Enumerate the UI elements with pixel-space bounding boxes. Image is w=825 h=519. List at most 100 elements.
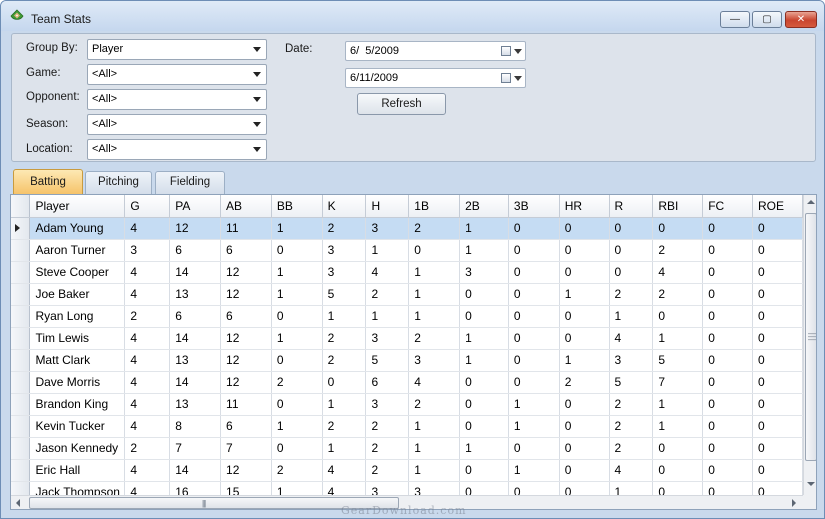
date-from-picker[interactable]: 6/ 5/2009 [345,41,526,61]
player-name-cell[interactable]: Matt Clark [29,349,126,372]
stat-cell[interactable]: 1 [459,327,509,350]
stat-cell[interactable]: 12 [220,327,272,350]
scroll-up-icon[interactable] [807,200,815,204]
stat-cell[interactable]: 0 [459,371,509,394]
stat-cell[interactable]: 13 [169,349,222,372]
stat-cell[interactable]: 4 [124,217,171,240]
stat-cell[interactable]: 1 [271,283,323,306]
stat-cell[interactable]: 2 [322,349,367,372]
stat-cell[interactable]: 0 [702,239,754,262]
stat-cell[interactable]: 1 [459,437,509,460]
player-name-cell[interactable]: Eric Hall [29,459,126,482]
stat-cell[interactable]: 0 [271,437,323,460]
stat-cell[interactable]: 2 [365,459,410,482]
stat-cell[interactable]: 3 [365,217,410,240]
stat-cell[interactable]: 4 [322,481,367,495]
stat-cell[interactable]: 2 [271,371,323,394]
row-header[interactable] [11,283,31,306]
stat-cell[interactable]: 14 [169,371,222,394]
stat-cell[interactable]: 12 [220,283,272,306]
stat-cell[interactable]: 1 [408,437,461,460]
stat-cell[interactable]: 0 [609,239,654,262]
table-row[interactable]: Eric Hall 4 14 12 2 4 2 1 0 1 0 4 0 0 0 [11,459,803,482]
row-header[interactable] [11,239,31,262]
column-header[interactable]: FC [702,195,754,218]
stat-cell[interactable]: 0 [559,327,610,350]
stat-cell[interactable]: 1 [652,327,704,350]
stat-cell[interactable]: 0 [702,349,754,372]
stat-cell[interactable]: 13 [169,283,222,306]
stat-cell[interactable]: 4 [322,459,367,482]
stat-cell[interactable]: 0 [508,305,560,328]
vertical-scroll-thumb[interactable]: — — — [805,213,816,461]
stat-cell[interactable]: 1 [508,415,560,438]
column-header[interactable]: R [609,195,654,218]
stat-cell[interactable]: 4 [124,327,171,350]
stat-cell[interactable]: 0 [459,459,509,482]
stat-cell[interactable]: 1 [652,415,704,438]
table-row[interactable]: Matt Clark 4 13 12 0 2 5 3 1 0 1 3 5 0 0 [11,349,803,372]
stat-cell[interactable]: 0 [508,261,560,284]
stat-cell[interactable]: 0 [752,217,803,240]
stat-cell[interactable]: 0 [752,459,803,482]
row-header[interactable] [11,349,31,372]
stat-cell[interactable]: 0 [559,217,610,240]
stat-cell[interactable]: 0 [752,393,803,416]
stat-cell[interactable]: 1 [459,217,509,240]
minimize-button[interactable]: — [720,11,750,28]
stat-cell[interactable]: 0 [702,261,754,284]
stat-cell[interactable]: 1 [408,459,461,482]
stat-cell[interactable]: 3 [322,261,367,284]
stat-cell[interactable]: 0 [752,261,803,284]
row-header[interactable] [11,481,31,495]
stat-cell[interactable]: 2 [652,283,704,306]
stat-cell[interactable]: 1 [271,217,323,240]
stat-cell[interactable]: 0 [752,305,803,328]
row-header[interactable] [11,371,31,394]
stat-cell[interactable]: 0 [752,437,803,460]
stat-cell[interactable]: 0 [752,327,803,350]
stat-cell[interactable]: 4 [124,261,171,284]
stat-cell[interactable]: 7 [652,371,704,394]
stat-cell[interactable]: 1 [271,327,323,350]
stat-cell[interactable]: 5 [322,283,367,306]
column-header[interactable]: 3B [508,195,560,218]
stat-cell[interactable]: 0 [752,239,803,262]
stat-cell[interactable]: 1 [365,239,410,262]
stat-cell[interactable]: 5 [609,371,654,394]
row-header[interactable] [11,327,31,350]
stat-cell[interactable]: 2 [365,283,410,306]
stat-cell[interactable]: 4 [124,349,171,372]
stat-cell[interactable]: 2 [408,217,461,240]
stat-cell[interactable]: 8 [169,415,222,438]
stat-cell[interactable]: 3 [124,239,171,262]
stat-cell[interactable]: 6 [169,239,222,262]
stat-cell[interactable]: 12 [220,349,272,372]
stat-cell[interactable]: 0 [559,437,610,460]
stat-cell[interactable]: 3 [365,481,410,495]
stat-cell[interactable]: 0 [752,481,803,495]
calendar-icon[interactable] [501,46,511,56]
title-bar[interactable]: Team Stats — ▢ ✕ [1,1,824,31]
stat-cell[interactable]: 4 [124,393,171,416]
opponent-select[interactable]: <All> [87,89,267,110]
stat-cell[interactable]: 2 [124,437,171,460]
stat-cell[interactable]: 0 [508,239,560,262]
stat-cell[interactable]: 6 [220,305,272,328]
stat-cell[interactable]: 3 [408,349,461,372]
column-header[interactable]: 2B [459,195,509,218]
stat-cell[interactable]: 0 [508,371,560,394]
player-name-cell[interactable]: Joe Baker [29,283,126,306]
column-header[interactable]: Player [29,195,126,218]
stat-cell[interactable]: 2 [609,283,654,306]
scroll-right-icon[interactable] [792,499,796,507]
stat-cell[interactable]: 4 [609,327,654,350]
table-row[interactable]: Brandon King 4 13 11 0 1 3 2 0 1 0 2 1 0 0 [11,393,803,416]
table-row[interactable]: Ryan Long 2 6 6 0 1 1 1 0 0 0 1 0 0 0 [11,305,803,328]
stat-cell[interactable]: 0 [702,393,754,416]
stat-cell[interactable]: 1 [459,239,509,262]
stat-cell[interactable]: 0 [459,393,509,416]
stat-cell[interactable]: 0 [652,217,704,240]
stat-cell[interactable]: 1 [408,261,461,284]
stat-cell[interactable]: 2 [408,393,461,416]
